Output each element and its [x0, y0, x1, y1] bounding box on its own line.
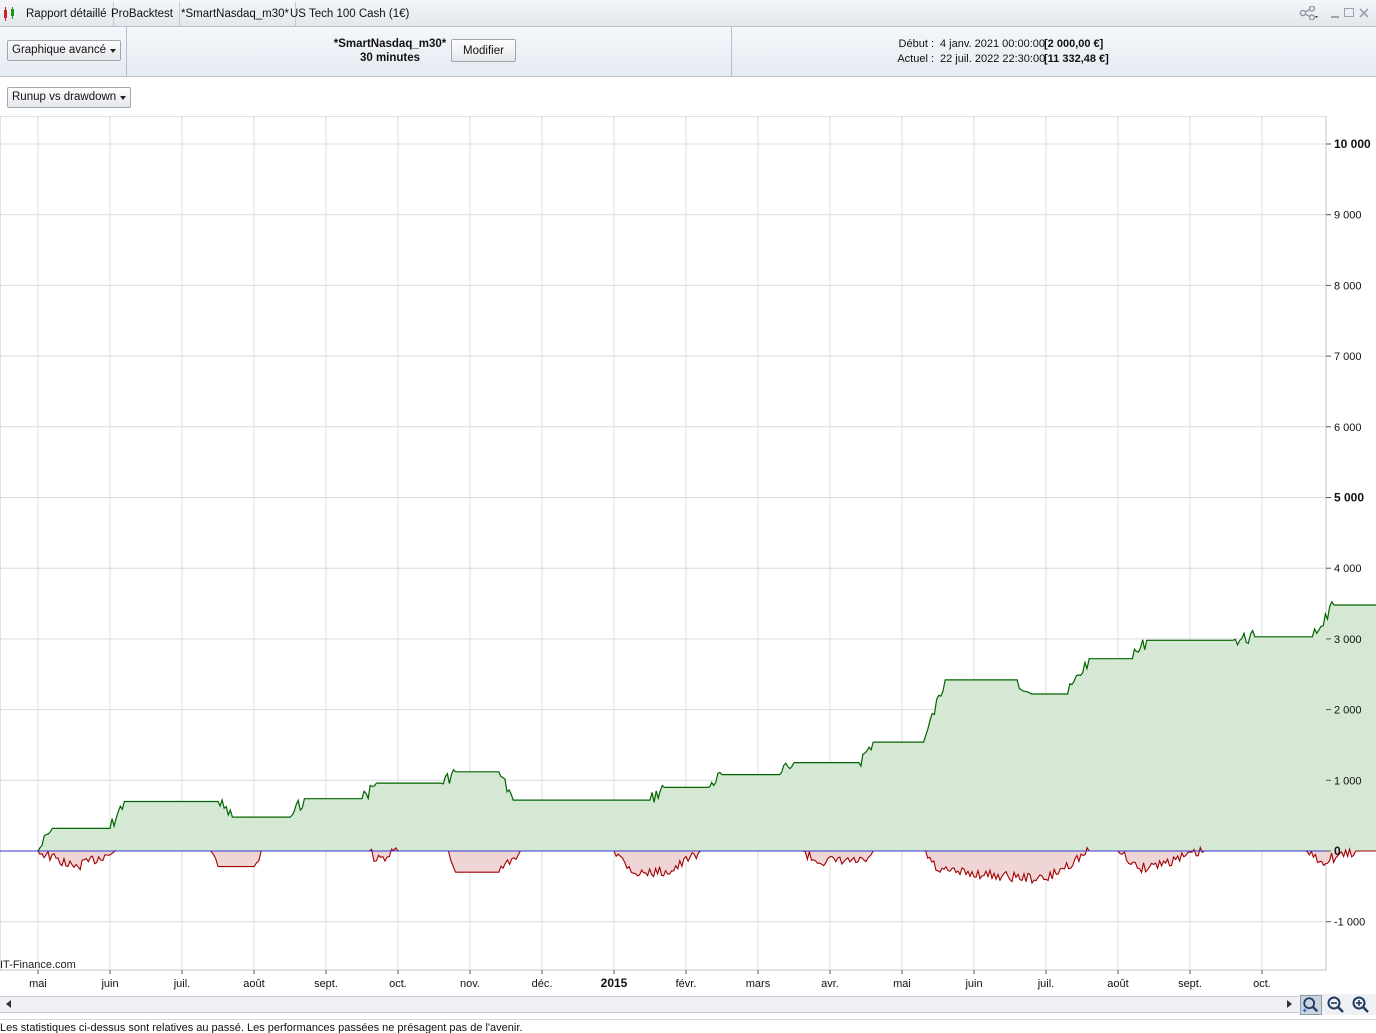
- y-tick-label: 8 000: [1334, 280, 1362, 292]
- y-tick-label: -1 000: [1334, 917, 1365, 929]
- current-info: Actuel : 22 juil. 2022 22:30:00[11 332,48…: [896, 53, 1109, 65]
- x-tick-label: mars: [746, 978, 771, 990]
- y-tick-label: 7 000: [1334, 351, 1362, 363]
- watermark: IT-Finance.com: [0, 959, 76, 971]
- y-tick-label: 4 000: [1334, 563, 1362, 575]
- x-tick-label: mai: [893, 978, 911, 990]
- x-tick-label: juin: [100, 978, 118, 990]
- tab-probacktest[interactable]: ProBacktest: [105, 2, 180, 26]
- x-tick-label: avr.: [821, 978, 839, 990]
- tab-instrument[interactable]: US Tech 100 Cash (1€): [284, 2, 415, 26]
- header-divider: [126, 27, 127, 77]
- close-icon[interactable]: [1357, 6, 1371, 20]
- scroll-left-arrow-icon[interactable]: [6, 1000, 11, 1008]
- backtest-header: Graphique avancé *SmartNasdaq_m30* 30 mi…: [0, 27, 1376, 77]
- chevron-down-icon: [120, 96, 127, 100]
- y-tick-label: 5 000: [1334, 491, 1364, 505]
- chevron-down-icon: [109, 49, 116, 53]
- zoom-toolbar: [1298, 994, 1376, 1015]
- share-icon[interactable]: [1299, 6, 1319, 20]
- chart-canvas: 10 000 9 000 8 000 7 000 6 000 5 000 4 000 3 00…: [0, 115, 1376, 990]
- zoom-out-icon[interactable]: [1325, 995, 1347, 1015]
- x-tick-label: août: [243, 978, 264, 990]
- y-tick-label: 1 000: [1334, 775, 1362, 787]
- x-tick-label: oct.: [1253, 978, 1271, 990]
- y-tick-label: 0: [1334, 844, 1341, 858]
- x-tick-label: août: [1107, 978, 1128, 990]
- modify-button[interactable]: Modifier: [451, 39, 516, 62]
- x-tick-label: 2015: [601, 976, 628, 990]
- view-mode-label: Graphique avancé: [12, 44, 106, 56]
- candlestick-icon: [4, 7, 14, 21]
- y-tick-label: 2 000: [1334, 705, 1362, 717]
- start-label: Début :: [898, 38, 934, 50]
- minimize-icon[interactable]: [1328, 6, 1342, 20]
- y-tick-label: 6 000: [1334, 422, 1362, 434]
- x-tick-label: déc.: [532, 978, 553, 990]
- y-tick-label: 9 000: [1334, 210, 1362, 222]
- x-tick-label: sept.: [314, 978, 338, 990]
- x-tick-label: sept.: [1178, 978, 1202, 990]
- view-mode-dropdown[interactable]: Graphique avancé: [7, 40, 121, 61]
- header-divider: [731, 27, 732, 77]
- start-info: Début : 4 janv. 2021 00:00:00[2 000,00 €]: [896, 38, 1104, 50]
- x-tick-label: févr.: [676, 978, 697, 990]
- current-label: Actuel :: [897, 53, 934, 65]
- x-tick-label: nov.: [460, 978, 480, 990]
- runup-drawdown-chart[interactable]: 10 000 9 000 8 000 7 000 6 000 5 000 4 000 3 00…: [0, 115, 1376, 996]
- x-tick-label: mai: [29, 978, 47, 990]
- zoom-in-icon[interactable]: [1350, 995, 1372, 1015]
- chart-type-label: Runup vs drawdown: [12, 91, 117, 103]
- current-value: [11 332,48 €]: [1044, 53, 1109, 65]
- y-tick-label: 3 000: [1334, 634, 1362, 646]
- x-tick-label: oct.: [389, 978, 407, 990]
- scroll-right-arrow-icon[interactable]: [1287, 1000, 1292, 1008]
- x-tick-label: juil.: [173, 978, 191, 990]
- x-tick-label: juil.: [1037, 978, 1055, 990]
- x-tick-label: juin: [964, 978, 982, 990]
- chart-type-dropdown[interactable]: Runup vs drawdown: [7, 87, 132, 108]
- disclaimer-text: Les statistiques ci-dessus sont relative…: [0, 1019, 1376, 1033]
- tab-rapport-detaille[interactable]: Rapport détaillé: [20, 2, 114, 26]
- start-date: 4 janv. 2021 00:00:00: [940, 38, 1045, 50]
- start-value: [2 000,00 €]: [1044, 38, 1104, 50]
- zoom-fit-icon[interactable]: [1300, 995, 1322, 1015]
- current-date: 22 juil. 2022 22:30:00: [940, 53, 1046, 65]
- tab-strategy[interactable]: *SmartNasdaq_m30*: [175, 2, 297, 26]
- maximize-icon[interactable]: [1342, 6, 1356, 20]
- horizontal-scrollbar[interactable]: [0, 996, 1298, 1013]
- y-tick-label: 10 000: [1334, 137, 1371, 151]
- tab-bar: Rapport détaillé ProBacktest *SmartNasda…: [0, 0, 1376, 27]
